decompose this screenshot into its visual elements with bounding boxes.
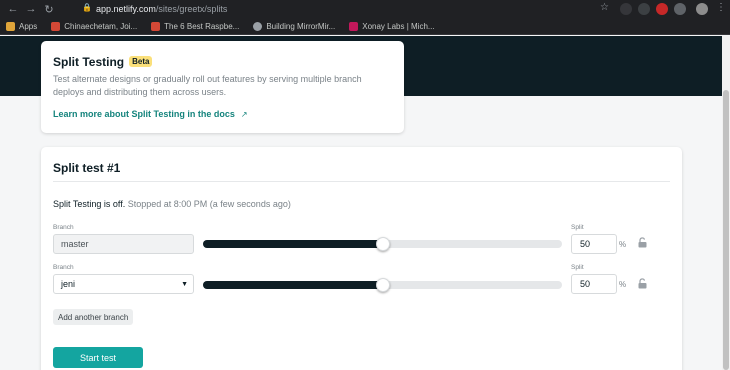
bookmarks-bar: Apps Chinaechetam, Joi... The 6 Best Ras… — [0, 18, 730, 35]
percent-sign: % — [619, 280, 627, 289]
back-icon[interactable]: ← — [6, 2, 20, 16]
branch-label: Branch — [53, 264, 74, 271]
url-path: /sites/greetx/splits — [155, 3, 228, 14]
branch-select[interactable]: jeni ▼ — [53, 274, 194, 294]
start-test-button[interactable]: Start test — [53, 347, 143, 368]
star-icon[interactable]: ☆ — [600, 2, 609, 13]
unlock-icon[interactable] — [638, 237, 647, 248]
docs-link[interactable]: Learn more about Split Testing in the do… — [53, 109, 248, 119]
avatar[interactable] — [696, 3, 708, 15]
bookmark-item[interactable]: Chinaechetam, Joi... — [51, 21, 137, 31]
extension-icon[interactable] — [620, 3, 632, 15]
gmail-icon — [151, 21, 161, 31]
split-test-card: Split test #1 Split Testing is off. Stop… — [41, 147, 682, 370]
scrollbar-thumb[interactable] — [723, 90, 729, 370]
slider-handle[interactable] — [375, 237, 390, 251]
menu-icon[interactable]: ⋮ — [716, 2, 726, 13]
extension-icon[interactable] — [674, 3, 686, 15]
split-input[interactable]: 50 — [571, 274, 617, 294]
intro-card: Split Testing Beta Test alternate designs… — [41, 41, 404, 133]
branch-label: Branch — [53, 224, 74, 231]
slider-fill — [203, 281, 383, 289]
bookmark-item[interactable]: The 6 Best Raspbe... — [151, 21, 239, 31]
add-branch-button[interactable]: Add another branch — [53, 309, 134, 325]
branch-field-master: master — [53, 234, 194, 254]
address-bar[interactable]: 🔒 app.netlify.com/sites/greetx/splits — [78, 1, 618, 16]
chevron-down-icon: ▼ — [181, 280, 188, 288]
split-label: Split — [571, 264, 584, 271]
site-icon — [349, 21, 359, 31]
gmail-icon — [51, 21, 61, 31]
browser-toolbar: ← → ↻ 🔒 app.netlify.com/sites/greetx/spl… — [0, 0, 730, 18]
extension-icon[interactable] — [638, 3, 650, 15]
percent-sign: % — [619, 240, 627, 249]
beta-badge: Beta — [129, 56, 153, 67]
globe-icon — [253, 21, 263, 31]
intro-title: Split Testing Beta — [53, 55, 153, 69]
lock-icon: 🔒 — [82, 3, 92, 12]
reload-icon[interactable]: ↻ — [42, 2, 56, 16]
bookmark-item[interactable]: Xonay Labs | Mich... — [349, 21, 435, 31]
split-status: Split Testing is off. Stopped at 8:00 PM… — [53, 199, 291, 209]
split-slider[interactable] — [203, 278, 562, 292]
scrollbar[interactable] — [722, 36, 730, 370]
extension-icon[interactable] — [656, 3, 668, 15]
split-slider[interactable] — [203, 237, 562, 251]
split-test-title: Split test #1 — [53, 161, 121, 175]
split-input[interactable]: 50 — [571, 234, 617, 254]
bookmark-item[interactable]: Building MirrorMir... — [253, 21, 335, 31]
split-label: Split — [571, 224, 584, 231]
slider-handle[interactable] — [375, 278, 390, 292]
apps-icon — [6, 21, 15, 31]
external-link-icon: ↗ — [240, 110, 248, 119]
slider-fill — [203, 240, 383, 248]
divider — [53, 181, 670, 182]
url-host: app.netlify.com — [96, 3, 156, 14]
bookmark-apps[interactable]: Apps — [6, 21, 37, 31]
forward-icon[interactable]: → — [24, 2, 38, 16]
unlock-icon[interactable] — [638, 278, 647, 289]
intro-description: Test alternate designs or gradually roll… — [53, 74, 362, 97]
